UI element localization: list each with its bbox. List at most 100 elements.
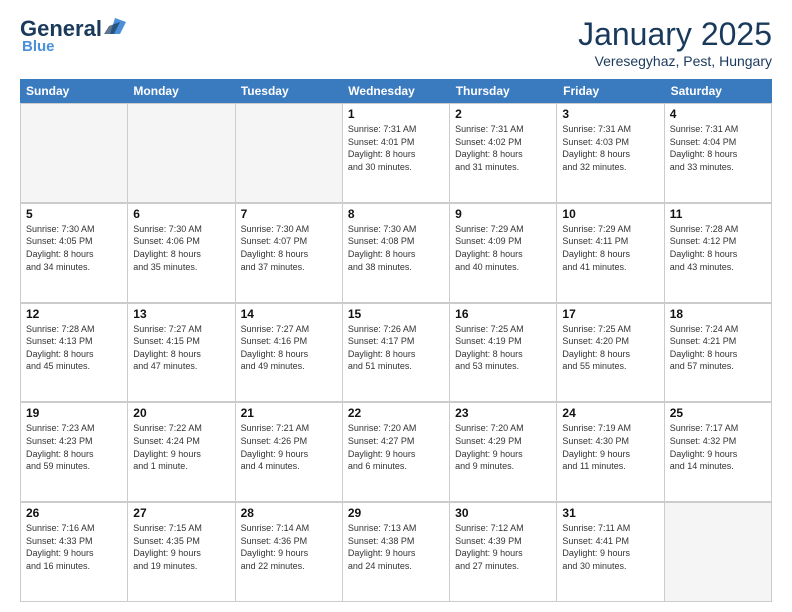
calendar-cell: 28 Sunrise: 7:14 AM Sunset: 4:36 PM Dayli… [236, 503, 343, 602]
calendar-week: 12 Sunrise: 7:28 AM Sunset: 4:13 PM Dayli… [20, 303, 772, 403]
calendar-week: 19 Sunrise: 7:23 AM Sunset: 4:23 PM Dayli… [20, 402, 772, 502]
day-number: 26 [26, 506, 122, 520]
day-info: Sunrise: 7:31 AM Sunset: 4:03 PM Dayligh… [562, 123, 658, 173]
calendar-cell: 15 Sunrise: 7:26 AM Sunset: 4:17 PM Dayli… [343, 304, 450, 403]
day-number: 7 [241, 207, 337, 221]
calendar-cell [21, 104, 128, 203]
calendar-cell: 16Sunrise: 7:25 AM Sunset: 4:19 PM Dayli… [450, 304, 557, 403]
day-number: 30 [455, 506, 551, 520]
day-number: 31 [562, 506, 658, 520]
logo: General Blue [20, 16, 126, 55]
calendar-cell: 31 Sunrise: 7:11 AM Sunset: 4:41 PM Dayli… [557, 503, 664, 602]
day-number: 9 [455, 207, 551, 221]
day-of-week-header: Thursday [450, 79, 557, 103]
day-number: 17 [562, 307, 658, 321]
day-number: 21 [241, 406, 337, 420]
day-info: Sunrise: 7:27 AM Sunset: 4:16 PM Dayligh… [241, 323, 337, 373]
page: General Blue January 2025 Veresegyhaz, P… [0, 0, 792, 612]
day-of-week-header: Monday [127, 79, 234, 103]
day-number: 2 [455, 107, 551, 121]
day-number: 27 [133, 506, 229, 520]
day-number: 5 [26, 207, 122, 221]
calendar-body: 1Sunrise: 7:31 AM Sunset: 4:01 PM Daylig… [20, 103, 772, 602]
day-info: Sunrise: 7:19 AM Sunset: 4:30 PM Dayligh… [562, 422, 658, 472]
day-number: 22 [348, 406, 444, 420]
calendar-cell: 19 Sunrise: 7:23 AM Sunset: 4:23 PM Dayli… [21, 403, 128, 502]
calendar-cell: 13 Sunrise: 7:27 AM Sunset: 4:15 PM Dayli… [128, 304, 235, 403]
day-info: Sunrise: 7:30 AM Sunset: 4:05 PM Dayligh… [26, 223, 122, 273]
logo-blue-text: Blue [22, 38, 55, 55]
main-title: January 2025 [578, 16, 772, 53]
day-info: Sunrise: 7:23 AM Sunset: 4:23 PM Dayligh… [26, 422, 122, 472]
calendar-cell: 2 Sunrise: 7:31 AM Sunset: 4:02 PM Daylig… [450, 104, 557, 203]
day-info: Sunrise: 7:31 AM Sunset: 4:01 PM Dayligh… [348, 123, 444, 173]
day-info: Sunrise: 7:27 AM Sunset: 4:15 PM Dayligh… [133, 323, 229, 373]
calendar-cell: 20Sunrise: 7:22 AM Sunset: 4:24 PM Dayli… [128, 403, 235, 502]
calendar-cell: 29 Sunrise: 7:13 AM Sunset: 4:38 PM Dayli… [343, 503, 450, 602]
calendar-week: 1Sunrise: 7:31 AM Sunset: 4:01 PM Daylig… [20, 103, 772, 203]
day-info: Sunrise: 7:16 AM Sunset: 4:33 PM Dayligh… [26, 522, 122, 572]
day-info: Sunrise: 7:29 AM Sunset: 4:09 PM Dayligh… [455, 223, 551, 273]
calendar-cell: 1Sunrise: 7:31 AM Sunset: 4:01 PM Daylig… [343, 104, 450, 203]
day-number: 12 [26, 307, 122, 321]
day-number: 24 [562, 406, 658, 420]
day-of-week-header: Saturday [665, 79, 772, 103]
calendar-cell: 21 Sunrise: 7:21 AM Sunset: 4:26 PM Dayli… [236, 403, 343, 502]
day-info: Sunrise: 7:30 AM Sunset: 4:08 PM Dayligh… [348, 223, 444, 273]
day-number: 11 [670, 207, 766, 221]
day-number: 13 [133, 307, 229, 321]
calendar-cell: 5 Sunrise: 7:30 AM Sunset: 4:05 PM Daylig… [21, 204, 128, 303]
day-info: Sunrise: 7:22 AM Sunset: 4:24 PM Dayligh… [133, 422, 229, 472]
day-info: Sunrise: 7:25 AM Sunset: 4:20 PM Dayligh… [562, 323, 658, 373]
day-info: Sunrise: 7:25 AM Sunset: 4:19 PM Dayligh… [455, 323, 551, 373]
calendar-cell [236, 104, 343, 203]
calendar-cell: 30Sunrise: 7:12 AM Sunset: 4:39 PM Dayli… [450, 503, 557, 602]
calendar-cell: 3 Sunrise: 7:31 AM Sunset: 4:03 PM Daylig… [557, 104, 664, 203]
day-info: Sunrise: 7:31 AM Sunset: 4:04 PM Dayligh… [670, 123, 766, 173]
day-number: 28 [241, 506, 337, 520]
day-info: Sunrise: 7:30 AM Sunset: 4:06 PM Dayligh… [133, 223, 229, 273]
calendar-cell: 17 Sunrise: 7:25 AM Sunset: 4:20 PM Dayli… [557, 304, 664, 403]
calendar-cell: 6 Sunrise: 7:30 AM Sunset: 4:06 PM Daylig… [128, 204, 235, 303]
calendar-cell: 8 Sunrise: 7:30 AM Sunset: 4:08 PM Daylig… [343, 204, 450, 303]
calendar-cell: 11 Sunrise: 7:28 AM Sunset: 4:12 PM Dayli… [665, 204, 772, 303]
day-info: Sunrise: 7:28 AM Sunset: 4:12 PM Dayligh… [670, 223, 766, 273]
day-info: Sunrise: 7:13 AM Sunset: 4:38 PM Dayligh… [348, 522, 444, 572]
day-info: Sunrise: 7:28 AM Sunset: 4:13 PM Dayligh… [26, 323, 122, 373]
day-info: Sunrise: 7:31 AM Sunset: 4:02 PM Dayligh… [455, 123, 551, 173]
calendar-cell: 14Sunrise: 7:27 AM Sunset: 4:16 PM Dayli… [236, 304, 343, 403]
calendar-cell: 26 Sunrise: 7:16 AM Sunset: 4:33 PM Dayli… [21, 503, 128, 602]
day-info: Sunrise: 7:21 AM Sunset: 4:26 PM Dayligh… [241, 422, 337, 472]
calendar-cell: 9 Sunrise: 7:29 AM Sunset: 4:09 PM Daylig… [450, 204, 557, 303]
day-info: Sunrise: 7:15 AM Sunset: 4:35 PM Dayligh… [133, 522, 229, 572]
day-info: Sunrise: 7:26 AM Sunset: 4:17 PM Dayligh… [348, 323, 444, 373]
logo-icon [104, 16, 126, 38]
day-number: 4 [670, 107, 766, 121]
day-of-week-header: Wednesday [342, 79, 449, 103]
day-number: 6 [133, 207, 229, 221]
day-info: Sunrise: 7:11 AM Sunset: 4:41 PM Dayligh… [562, 522, 658, 572]
calendar-cell: 12 Sunrise: 7:28 AM Sunset: 4:13 PM Dayli… [21, 304, 128, 403]
calendar-cell: 18 Sunrise: 7:24 AM Sunset: 4:21 PM Dayli… [665, 304, 772, 403]
day-info: Sunrise: 7:24 AM Sunset: 4:21 PM Dayligh… [670, 323, 766, 373]
calendar-cell [665, 503, 772, 602]
calendar-cell: 10Sunrise: 7:29 AM Sunset: 4:11 PM Dayli… [557, 204, 664, 303]
day-number: 18 [670, 307, 766, 321]
calendar-cell [128, 104, 235, 203]
day-info: Sunrise: 7:14 AM Sunset: 4:36 PM Dayligh… [241, 522, 337, 572]
day-number: 10 [562, 207, 658, 221]
day-of-week-header: Sunday [20, 79, 127, 103]
day-info: Sunrise: 7:20 AM Sunset: 4:29 PM Dayligh… [455, 422, 551, 472]
title-block: January 2025 Veresegyhaz, Pest, Hungary [578, 16, 772, 69]
day-number: 15 [348, 307, 444, 321]
header: General Blue January 2025 Veresegyhaz, P… [20, 16, 772, 69]
day-number: 19 [26, 406, 122, 420]
day-number: 23 [455, 406, 551, 420]
calendar-cell: 4 Sunrise: 7:31 AM Sunset: 4:04 PM Daylig… [665, 104, 772, 203]
calendar-header: SundayMondayTuesdayWednesdayThursdayFrid… [20, 79, 772, 103]
day-number: 3 [562, 107, 658, 121]
calendar-cell: 23 Sunrise: 7:20 AM Sunset: 4:29 PM Dayli… [450, 403, 557, 502]
day-number: 8 [348, 207, 444, 221]
day-number: 29 [348, 506, 444, 520]
calendar-week: 5 Sunrise: 7:30 AM Sunset: 4:05 PM Daylig… [20, 203, 772, 303]
